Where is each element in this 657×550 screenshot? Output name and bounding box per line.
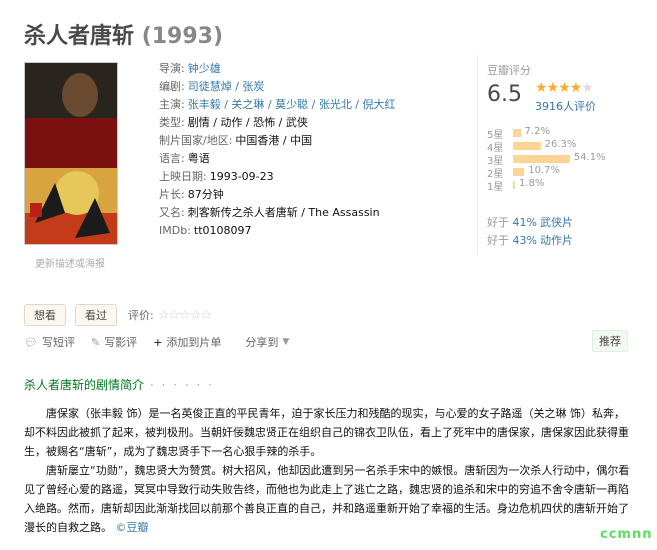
info-row: 语言: 粤语 <box>159 150 396 168</box>
rating-dist-row: 2星 10.7% <box>487 165 637 180</box>
info-row: IMDb: tt0108097 <box>159 222 396 240</box>
better-than-genre[interactable]: 动作片 <box>540 234 573 247</box>
info-label: 类型: <box>159 116 185 129</box>
watermark: ccmnn <box>600 527 653 542</box>
info-label: 上映日期: <box>159 170 207 183</box>
info-label: 导演: <box>159 62 185 75</box>
comment-icon: 💬︎ <box>24 335 38 349</box>
better-than-row: 好于 41% 武侠片 <box>487 214 573 232</box>
intro-paragraph: 唐斩屡立“功勋”，魏忠贤大为赞赏。树大招风，他却因此遭到另一名杀手宋中的嫉恨。唐… <box>24 461 632 537</box>
rating-dist-pct: 54.1% <box>573 152 606 163</box>
poster-art <box>25 63 117 244</box>
rating-votes-link[interactable]: 3916人评价 <box>535 98 596 114</box>
info-value: tt0108097 <box>193 224 252 237</box>
douban-source-link[interactable]: ©豆瓣 <box>116 521 149 534</box>
info-value: 1993-09-23 <box>209 170 274 183</box>
info-row: 片长: 87分钟 <box>159 186 396 204</box>
rate-label: 评价: <box>128 309 154 322</box>
rate-stars-input[interactable]: ☆☆☆☆☆ <box>158 308 212 323</box>
info-value: 87分钟 <box>187 188 224 201</box>
intro-title-text: 杀人者唐斩的剧情简介 <box>24 378 145 392</box>
plus-icon: + <box>153 335 163 349</box>
info-label: 制片国家/地区: <box>159 134 233 147</box>
rating-dist-bar <box>513 155 570 163</box>
info-value: 刺客新传之杀人者唐斩 / The Assassin <box>187 206 380 219</box>
rating-dist-pct: 26.3% <box>544 139 577 150</box>
rating-panel: 豆瓣评分 6.5 ★★★★★ 3916人评价 5星 7.2% 4星 26.3% 3星 54… <box>487 62 637 193</box>
rating-dist-row: 5星 7.2% <box>487 126 637 141</box>
review-link[interactable]: ✎ 写影评 <box>91 334 137 350</box>
rating-dist-pct: 1.8% <box>519 178 545 189</box>
info-value[interactable]: 司徒慧焯 / 张炭 <box>188 80 265 93</box>
add-list-link[interactable]: + 添加到片单 <box>153 334 221 350</box>
info-value: 剧情 / 动作 / 恐怖 / 武侠 <box>187 116 308 129</box>
better-than-genre[interactable]: 武侠片 <box>540 216 573 229</box>
better-than-row: 好于 43% 动作片 <box>487 232 573 250</box>
recommend-button[interactable]: 推荐 <box>592 330 628 352</box>
better-than-pct[interactable]: 43% <box>513 234 537 247</box>
info-label: IMDb: <box>159 224 191 237</box>
short-review-label: 写短评 <box>41 336 75 349</box>
rating-dist-row: 1星 1.8% <box>487 178 637 193</box>
better-than-prefix: 好于 <box>487 216 513 229</box>
rating-score: 6.5 <box>487 82 522 107</box>
info-row: 主演: 张丰毅 / 关之琳 / 莫少聪 / 张光北 / 倪大红 <box>159 96 396 114</box>
info-row: 又名: 刺客新传之杀人者唐斩 / The Assassin <box>159 204 396 222</box>
info-value[interactable]: 张丰毅 / 关之琳 / 莫少聪 / 张光北 / 倪大红 <box>188 98 396 111</box>
rating-dist-row: 4星 26.3% <box>487 139 637 154</box>
intro-title: 杀人者唐斩的剧情简介 · · · · · · <box>24 376 214 393</box>
info-row: 制片国家/地区: 中国香港 / 中国 <box>159 132 396 150</box>
info-label: 又名: <box>159 206 185 219</box>
share-label: 分享到 <box>245 336 279 349</box>
interest-buttons: 想看 看过 评价: ☆☆☆☆☆ <box>24 304 212 326</box>
want-button[interactable]: 想看 <box>24 304 66 326</box>
info-row: 类型: 剧情 / 动作 / 恐怖 / 武侠 <box>159 114 396 132</box>
info-row: 编剧: 司徒慧焯 / 张炭 <box>159 78 396 96</box>
add-list-label: 添加到片单 <box>166 336 222 349</box>
intro-title-dots: · · · · · · <box>150 378 214 392</box>
rating-dist-bar <box>513 181 515 189</box>
movie-info: 导演: 钟少雄 编剧: 司徒慧焯 / 张炭 主演: 张丰毅 / 关之琳 / 莫少聪 / 张… <box>159 60 396 240</box>
better-than-pct[interactable]: 41% <box>513 216 537 229</box>
info-row: 导演: 钟少雄 <box>159 60 396 78</box>
action-bar: 💬︎ 写短评 ✎ 写影评 + 添加到片单 分享到 ▼ <box>24 334 309 350</box>
rating-dist-row: 3星 54.1% <box>487 152 637 167</box>
pencil-icon: ✎ <box>90 335 101 349</box>
rating-dist-bar <box>513 168 525 176</box>
short-review-link[interactable]: 💬︎ 写短评 <box>24 334 75 350</box>
rating-dist-level: 1星 <box>487 182 504 193</box>
update-poster-link[interactable]: 更新描述或海报 <box>35 255 105 270</box>
intro-text: 唐保家（张丰毅 饰）是一名英俊正直的平民青年，迫于家长压力和残酷的现实，与心爱的… <box>24 404 632 537</box>
info-value: 中国香港 / 中国 <box>235 134 313 147</box>
info-value: 粤语 <box>187 152 210 165</box>
share-link[interactable]: 分享到 ▼ <box>237 334 293 350</box>
rating-distribution: 5星 7.2% 4星 26.3% 3星 54.1% 2星 10.7% 1星 1.8% <box>487 126 637 193</box>
intro-paragraph: 唐保家（张丰毅 饰）是一名英俊正直的平民青年，迫于家长压力和残酷的现实，与心爱的… <box>24 407 629 458</box>
chevron-down-icon: ▼ <box>282 337 290 347</box>
info-label: 主演: <box>159 98 185 111</box>
movie-year: (1993) <box>141 24 224 49</box>
rating-divider <box>477 55 478 255</box>
info-label: 片长: <box>159 188 185 201</box>
review-label: 写影评 <box>104 336 138 349</box>
better-than-prefix: 好于 <box>487 234 513 247</box>
rating-dist-pct: 10.7% <box>528 165 561 176</box>
rating-stars-icon: ★★★★★ <box>535 80 594 96</box>
info-row: 上映日期: 1993-09-23 <box>159 168 396 186</box>
info-label: 编剧: <box>159 80 185 93</box>
rating-dist-pct: 7.2% <box>524 126 550 137</box>
rating-label: 豆瓣评分 <box>487 64 531 77</box>
movie-title: 杀人者唐斩 <box>24 24 135 49</box>
movie-poster[interactable] <box>24 62 118 245</box>
seen-button[interactable]: 看过 <box>75 304 117 326</box>
page-title: 杀人者唐斩 (1993) <box>24 18 223 50</box>
info-value[interactable]: 钟少雄 <box>188 62 221 75</box>
info-label: 语言: <box>159 152 185 165</box>
rating-dist-bar <box>513 142 541 150</box>
rating-dist-bar <box>513 129 521 137</box>
better-than: 好于 41% 武侠片 好于 43% 动作片 <box>487 214 573 250</box>
